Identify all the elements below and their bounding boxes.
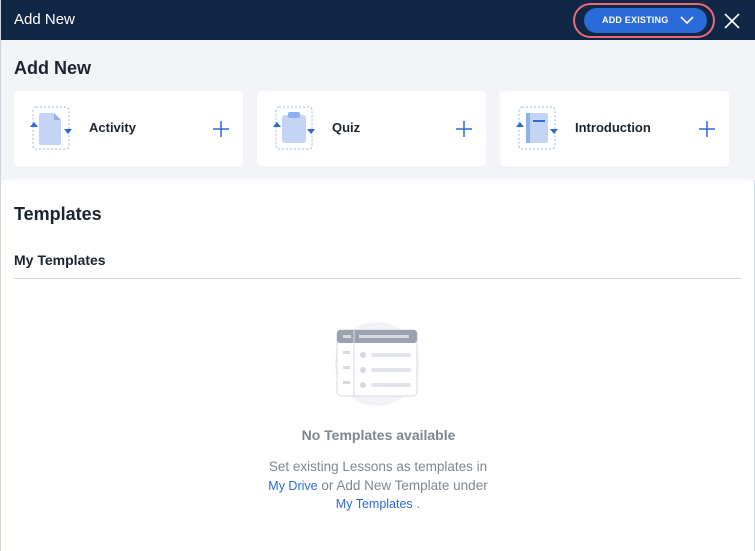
chevron-down-icon	[680, 16, 694, 25]
quiz-card[interactable]: Quiz	[257, 91, 486, 166]
introduction-icon	[516, 106, 558, 150]
plus-icon[interactable]	[212, 120, 230, 138]
add-existing-button[interactable]: ADD EXISTING	[584, 8, 707, 33]
divider	[14, 278, 741, 279]
activity-card[interactable]: Activity	[14, 91, 243, 166]
plus-icon[interactable]	[455, 120, 473, 138]
dialog-title: Add New	[14, 11, 75, 28]
templates-heading: Templates	[14, 204, 102, 224]
empty-desc-text-3: .	[412, 496, 421, 511]
activity-label: Activity	[89, 120, 136, 135]
quiz-label: Quiz	[332, 120, 361, 135]
activity-icon	[30, 106, 72, 150]
add-new-dialog: Add New ADD EXISTING Add New Activity Qu…	[0, 0, 755, 551]
plus-icon[interactable]	[698, 120, 716, 138]
my-drive-link[interactable]: My Drive	[268, 479, 317, 493]
add-existing-label: ADD EXISTING	[602, 15, 669, 25]
close-icon[interactable]	[721, 10, 743, 32]
empty-state-title: No Templates available	[301, 427, 456, 443]
empty-desc-text-2: or Add New Template under	[317, 477, 488, 493]
quiz-icon	[273, 106, 315, 150]
introduction-card[interactable]: Introduction	[500, 91, 729, 166]
introduction-label: Introduction	[575, 120, 651, 135]
empty-desc-text-1: Set existing Lessons as templates in	[268, 459, 488, 474]
empty-templates-illustration	[335, 322, 419, 406]
empty-state-description: Set existing Lessons as templates in My …	[228, 458, 528, 514]
my-templates-link[interactable]: My Templates	[336, 497, 413, 511]
my-templates-heading: My Templates	[14, 252, 106, 268]
title-bar: Add New ADD EXISTING	[1, 0, 755, 40]
add-new-heading: Add New	[14, 58, 92, 78]
add-new-section: Add New Activity Quiz Introduction	[1, 40, 755, 180]
